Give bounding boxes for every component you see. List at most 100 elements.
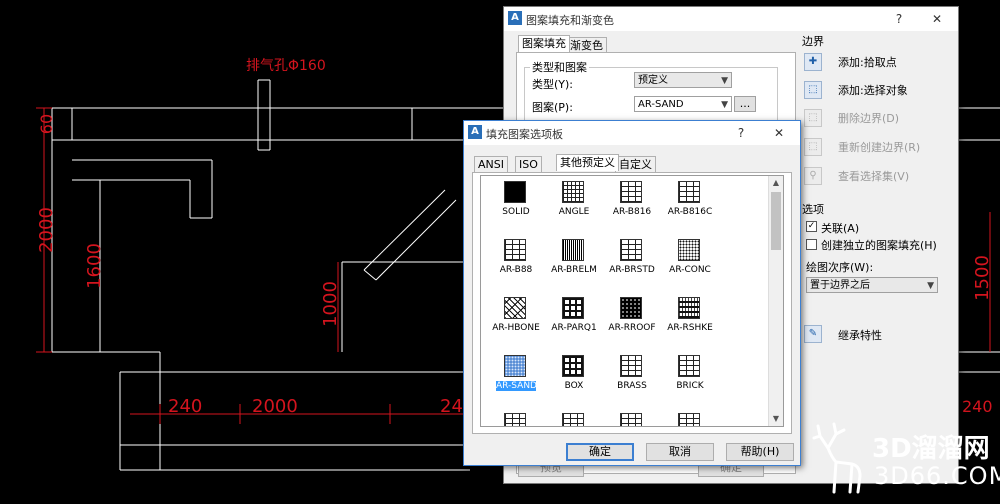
inherit-properties-icon[interactable]: ✎ [804, 325, 822, 343]
pattern-grid-items: SOLID ANGLE AR-B816 AR-B816C AR-B88 AR-BRELM A… [481, 176, 769, 426]
chevron-down-icon: ▼ [721, 100, 728, 110]
boundary-label: 添加:选择对象 [838, 84, 908, 97]
dim-2000-vertical: 2000 [36, 207, 57, 253]
draw-order-select[interactable]: 置于边界之后 ▼ [806, 277, 938, 293]
scroll-down-icon[interactable]: ▼ [769, 412, 783, 426]
pattern-item[interactable]: AR-SAND [487, 352, 545, 408]
pattern-item[interactable]: AR-B88 [487, 236, 545, 292]
pattern-swatch [678, 297, 700, 319]
pattern-label: AR-B88 [499, 265, 533, 275]
pattern-item[interactable]: AR-CONC [661, 236, 719, 292]
pick-point-icon: ✚ [804, 53, 822, 71]
scrollbar-thumb[interactable] [771, 192, 781, 250]
pattern-item[interactable]: BOX [545, 352, 603, 408]
pattern-label: AR-BRSTD [609, 265, 655, 275]
inherit-properties-label[interactable]: 继承特性 [838, 327, 882, 343]
pattern-item[interactable]: AR-RSHKE [661, 294, 719, 350]
palette-help-button[interactable]: 帮助(H) [726, 443, 794, 461]
pattern-item[interactable]: AR-HBONE [487, 294, 545, 350]
palette-cancel-button[interactable]: 取消 [646, 443, 714, 461]
associative-checkbox[interactable]: ✓ [806, 221, 817, 232]
watermark-brand: 3D溜溜网 [872, 434, 990, 464]
view-selection-icon: ⚲ [804, 167, 822, 185]
type-pattern-group-title: 类型和图案 [530, 59, 589, 75]
type-select-value: 预定义 [638, 75, 668, 86]
dim-24-partial: 24 [440, 396, 463, 417]
pattern-label: ANGLE [558, 207, 590, 217]
hatch-pattern-palette-dialog: A 填充图案选项板 ? ✕ ANSI ISO 其他预定义 自定义 SOLID AN… [463, 120, 801, 466]
tab-ansi[interactable]: ANSI [474, 156, 508, 173]
pattern-swatch [620, 239, 642, 261]
pattern-select-value: AR-SAND [638, 99, 684, 110]
pattern-label: AR-HBONE [492, 323, 540, 333]
pattern-swatch [620, 297, 642, 319]
recreate-boundary-icon: ⬚ [804, 138, 822, 156]
pattern-label: AR-BRELM [551, 265, 597, 275]
pattern-swatch-partial [620, 413, 642, 426]
autocad-app-icon: A [508, 11, 522, 25]
pattern-label: AR-B816 [612, 207, 652, 217]
tab-hatch[interactable]: 图案填充 [518, 35, 570, 52]
pattern-swatch [504, 355, 526, 377]
type-select[interactable]: 预定义 ▼ [634, 72, 732, 88]
pattern-swatch [504, 181, 526, 203]
close-icon[interactable]: ✕ [770, 124, 788, 142]
remove-boundary-icon: ⬚ [804, 109, 822, 127]
pattern-grid[interactable]: SOLID ANGLE AR-B816 AR-B816C AR-B88 AR-BRELM A… [480, 175, 784, 427]
tab-iso[interactable]: ISO [515, 156, 542, 173]
palette-ok-button[interactable]: 确定 [566, 443, 634, 461]
associative-label: 关联(A) [821, 222, 860, 235]
palette-title: 填充图案选项板 [486, 128, 563, 141]
separate-hatches-checkbox[interactable] [806, 239, 817, 250]
pattern-label: SOLID [502, 207, 530, 217]
pattern-label: AR-CONC [669, 265, 711, 275]
pattern-item[interactable]: AR-B816 [603, 178, 661, 234]
tab-other-predefined[interactable]: 其他预定义 [556, 154, 619, 171]
boundary-label: 添加:拾取点 [838, 56, 897, 69]
hatch-dialog-titlebar[interactable]: A 图案填充和渐变色 ? ✕ [504, 7, 958, 31]
pattern-browse-button[interactable]: ... [734, 96, 756, 112]
pattern-item[interactable]: AR-B816C [661, 178, 719, 234]
pattern-grid-scrollbar[interactable]: ▲ ▼ [768, 176, 783, 426]
pattern-swatch [562, 355, 584, 377]
pattern-item[interactable]: AR-PARQ1 [545, 294, 603, 350]
chevron-down-icon: ▼ [721, 76, 728, 86]
boundary-label: 查看选择集(V) [838, 170, 910, 183]
pattern-item[interactable]: ANGLE [545, 178, 603, 234]
pattern-item[interactable]: AR-BRELM [545, 236, 603, 292]
help-icon[interactable]: ? [890, 10, 908, 28]
pattern-label: AR-B816C [667, 207, 713, 217]
pattern-label: 图案(P): [532, 101, 573, 114]
dim-60: 60 [37, 114, 56, 134]
pattern-item[interactable]: BRICK [661, 352, 719, 408]
dim-1600: 1600 [84, 243, 105, 289]
pattern-select[interactable]: AR-SAND ▼ [634, 96, 732, 112]
pattern-swatch-partial [562, 413, 584, 426]
pattern-label: BRICK [676, 381, 704, 391]
deer-logo-icon [812, 422, 862, 494]
scroll-up-icon[interactable]: ▲ [769, 176, 783, 190]
boundary-label: 删除边界(D) [838, 112, 900, 125]
hatch-dialog-title: 图案填充和渐变色 [526, 14, 614, 27]
pattern-swatch [504, 239, 526, 261]
pattern-label: AR-RSHKE [667, 323, 713, 333]
help-icon[interactable]: ? [732, 124, 750, 142]
pattern-label: BRASS [617, 381, 647, 391]
pattern-item[interactable]: AR-RROOF [603, 294, 661, 350]
close-icon[interactable]: ✕ [928, 10, 946, 28]
dim-2000-horizontal: 2000 [252, 396, 298, 417]
tab-custom[interactable]: 自定义 [615, 156, 656, 173]
pattern-swatch-partial [678, 413, 700, 426]
pattern-item[interactable]: SOLID [487, 178, 545, 234]
draw-order-value: 置于边界之后 [810, 280, 870, 291]
type-label: 类型(Y): [532, 78, 574, 91]
chevron-down-icon: ▼ [927, 281, 934, 291]
pattern-item[interactable]: BRASS [603, 352, 661, 408]
boundaries-title: 边界 [802, 35, 824, 48]
separate-hatches-label: 创建独立的图案填充(H) [821, 239, 937, 252]
select-objects-icon: ⬚ [804, 81, 822, 99]
palette-titlebar[interactable]: A 填充图案选项板 ? ✕ [464, 121, 800, 145]
pattern-swatch [678, 181, 700, 203]
pattern-label: AR-PARQ1 [551, 323, 597, 333]
pattern-item[interactable]: AR-BRSTD [603, 236, 661, 292]
